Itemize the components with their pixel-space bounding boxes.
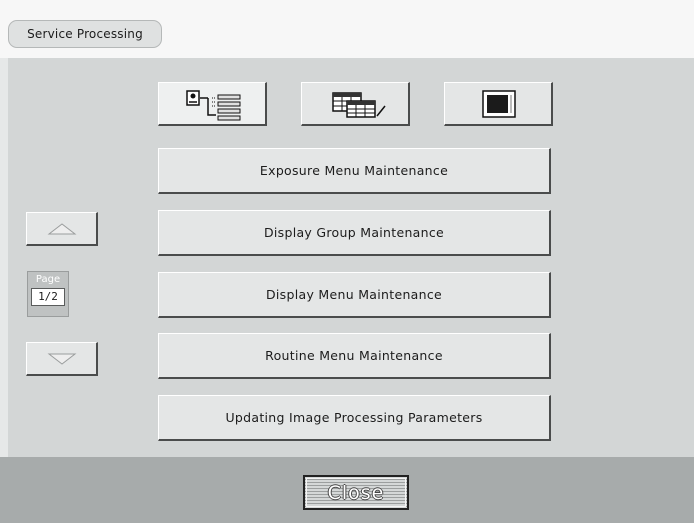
process-tree-button[interactable] bbox=[158, 82, 267, 126]
tables-edit-button[interactable] bbox=[301, 82, 410, 126]
left-edge bbox=[0, 58, 8, 457]
close-button[interactable]: Close bbox=[303, 475, 409, 510]
triangle-up-icon bbox=[47, 222, 76, 234]
exposure-menu-maintenance-button[interactable]: Exposure Menu Maintenance bbox=[158, 148, 551, 194]
page-title: Service Processing bbox=[8, 20, 162, 48]
page-up-button[interactable] bbox=[26, 212, 98, 246]
monitor-icon bbox=[482, 89, 516, 118]
routine-menu-maintenance-button[interactable]: Routine Menu Maintenance bbox=[158, 333, 551, 379]
tables-edit-icon bbox=[332, 91, 386, 118]
page-label: Page bbox=[35, 274, 61, 285]
title-bar: Service Processing bbox=[0, 0, 694, 58]
process-tree-icon bbox=[186, 89, 241, 120]
display-menu-maintenance-button[interactable]: Display Menu Maintenance bbox=[158, 272, 551, 318]
monitor-button[interactable] bbox=[444, 82, 553, 126]
updating-image-processing-parameters-button[interactable]: Updating Image Processing Parameters bbox=[158, 395, 551, 441]
page-number: 1/2 bbox=[31, 288, 65, 306]
triangle-down-icon bbox=[47, 353, 76, 365]
page-down-button[interactable] bbox=[26, 342, 98, 376]
page-indicator: Page 1/2 bbox=[27, 271, 69, 317]
display-group-maintenance-button[interactable]: Display Group Maintenance bbox=[158, 210, 551, 256]
